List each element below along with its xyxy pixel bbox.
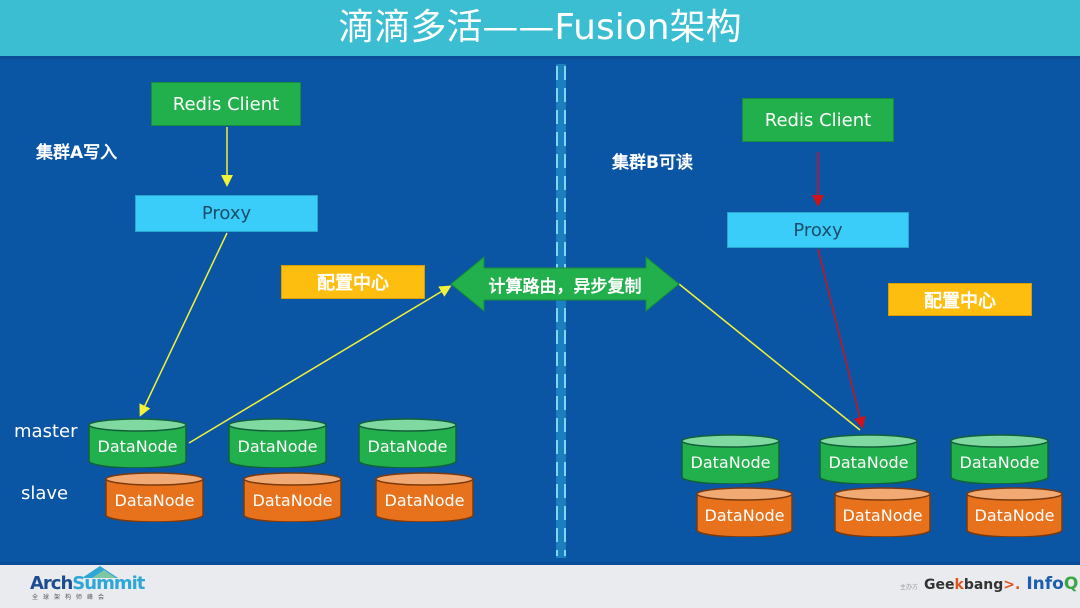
cluster-a-redis-client[interactable]: Redis Client [151,82,301,126]
cluster-b-master-datanode[interactable]: DataNode [950,434,1049,484]
cluster-a-label: 集群A写入 [36,143,118,163]
cluster-b-slave-datanode[interactable]: DataNode [834,487,931,537]
cluster-a-master-datanode[interactable]: DataNode [228,418,327,468]
cluster-a-config-center[interactable]: 配置中心 [281,265,425,299]
geekbang-logo: Geekbang>. [924,577,1021,593]
datanode-label: DataNode [690,453,771,472]
sync-arrow-label: 计算路由，异步复制 [488,276,642,297]
cluster-b-proxy[interactable]: Proxy [727,212,909,248]
infoq-logo: InfoQ [1026,574,1079,594]
sponsor-logos: 主办方 Geekbang>. InfoQ [900,574,1079,594]
cluster-b-master-datanode[interactable]: DataNode [681,434,780,484]
arrow-a-proxy-to-master [139,232,228,417]
cluster-a-slave-datanode[interactable]: DataNode [105,472,204,522]
cluster-divider [556,64,566,558]
cluster-b-label: 集群B可读 [612,153,693,173]
cluster-a-master-datanode[interactable]: DataNode [88,418,187,468]
cluster-b-slave-datanode[interactable]: DataNode [696,487,793,537]
cluster-a-slave-datanode[interactable]: DataNode [243,472,342,522]
arrow-b-proxy-to-master [817,248,866,429]
master-row-label: master [14,421,78,442]
datanode-label: DataNode [384,491,465,510]
datanode-label: DataNode [704,506,785,525]
cluster-b-slave-datanode[interactable]: DataNode [966,487,1063,537]
cluster-a-master-datanode[interactable]: DataNode [358,418,457,468]
datanode-label: DataNode [114,491,195,510]
archsummit-logo: ArchSummit 全球架构师峰会 [30,566,145,601]
datanode-label: DataNode [252,491,333,510]
cluster-b-config-center[interactable]: 配置中心 [888,283,1032,316]
datanode-label: DataNode [959,453,1040,472]
datanode-label: DataNode [367,437,448,456]
datanode-label: DataNode [974,506,1055,525]
cluster-a-proxy[interactable]: Proxy [135,195,318,232]
datanode-label: DataNode [828,453,909,472]
cluster-a-slave-datanode[interactable]: DataNode [375,472,474,522]
mountain-icon [82,566,118,578]
slave-row-label: slave [21,483,69,504]
datanode-label: DataNode [237,437,318,456]
cluster-b-redis-client[interactable]: Redis Client [742,98,894,142]
cluster-b-master-datanode[interactable]: DataNode [819,434,918,484]
datanode-label: DataNode [97,437,178,456]
datanode-label: DataNode [842,506,923,525]
